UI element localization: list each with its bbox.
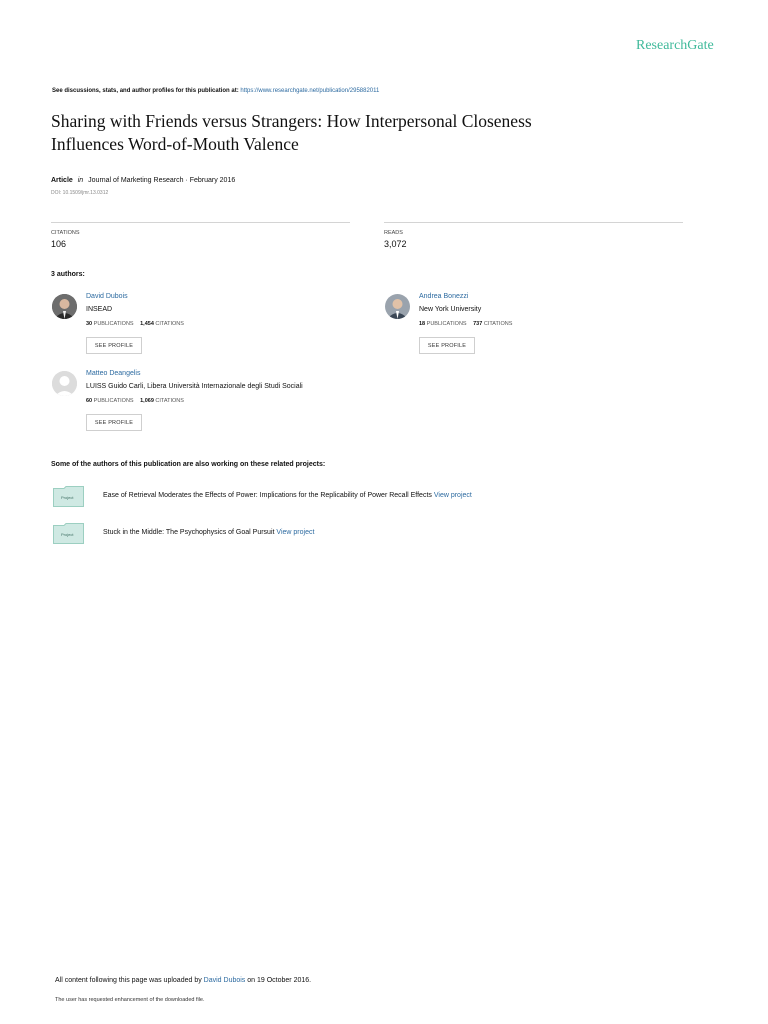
- article-title-line-1: Sharing with Friends versus Strangers: H…: [51, 111, 532, 131]
- reads-divider: [384, 222, 683, 223]
- upload-prefix: All content following this page was uplo…: [55, 977, 202, 984]
- publications-label: PUBLICATIONS: [426, 321, 467, 327]
- publications-label: PUBLICATIONS: [93, 321, 134, 327]
- author-name-link[interactable]: Matteo Deangelis: [86, 370, 140, 377]
- article-title-line-2: Influences Word-of-Mouth Valence: [51, 134, 299, 154]
- reads-value: 3,072: [384, 239, 407, 249]
- avatar-andrea-bonezzi[interactable]: [385, 294, 410, 319]
- citations-label: CITATIONS: [483, 321, 513, 327]
- avatar-photo-icon: [385, 294, 410, 319]
- upload-suffix: on 19 October 2016.: [247, 977, 312, 984]
- citations-value: 106: [51, 239, 67, 249]
- project-title: Stuck in the Middle: The Psychophysics o…: [103, 529, 275, 536]
- citations-label: CITATIONS: [51, 230, 80, 236]
- publications-count: 18: [419, 321, 426, 327]
- avatar-david-dubois[interactable]: [52, 294, 77, 319]
- author-stats: 18 PUBLICATIONS 737 CITATIONS: [419, 321, 512, 327]
- article-doi: DOI: 10.1509/jmr.13.0312: [51, 190, 109, 196]
- publication-url-link[interactable]: https://www.researchgate.net/publication…: [240, 88, 379, 94]
- see-profile-button[interactable]: SEE PROFILE: [86, 414, 142, 431]
- article-in-word: in: [77, 177, 84, 184]
- publications-count: 60: [86, 398, 93, 404]
- citations-label: CITATIONS: [155, 321, 184, 327]
- journal-name: Journal of Marketing Research · February…: [88, 177, 236, 184]
- avatar-matteo-deangelis[interactable]: [52, 371, 77, 396]
- default-avatar-icon: [52, 371, 77, 396]
- view-project-link[interactable]: View project: [276, 529, 314, 536]
- author-affiliation: INSEAD: [86, 306, 113, 313]
- see-profile-button[interactable]: SEE PROFILE: [419, 337, 475, 354]
- enhancement-note: The user has requested enhancement of th…: [55, 997, 205, 1003]
- article-type: Article: [51, 177, 73, 184]
- projects-heading: Some of the authors of this publication …: [51, 461, 326, 468]
- project-icon: Project: [53, 486, 84, 507]
- see-profile-button[interactable]: SEE PROFILE: [86, 337, 142, 354]
- publications-count: 30: [86, 321, 93, 327]
- reads-label: READS: [384, 230, 403, 236]
- project-icon-label: Project: [61, 532, 74, 537]
- publications-label: PUBLICATIONS: [93, 398, 134, 404]
- uploader-link[interactable]: David Dubois: [204, 977, 246, 984]
- citations-label: CITATIONS: [155, 398, 184, 404]
- author-stats: 60 PUBLICATIONS 1,069 CITATIONS: [86, 398, 184, 404]
- article-meta: Article in Journal of Marketing Research…: [51, 177, 235, 184]
- project-item: Ease of Retrieval Moderates the Effects …: [103, 492, 472, 499]
- view-project-link[interactable]: View project: [434, 492, 472, 499]
- project-icon: Project: [53, 523, 84, 544]
- authors-heading: 3 authors:: [51, 271, 85, 278]
- avatar-photo-icon: [52, 294, 77, 319]
- researchgate-logo[interactable]: ResearchGate: [636, 38, 714, 54]
- discussion-prefix: See discussions, stats, and author profi…: [52, 88, 239, 94]
- citations-count: 1,069: [140, 398, 154, 404]
- upload-note: All content following this page was uplo…: [55, 977, 311, 984]
- author-stats: 30 PUBLICATIONS 1,454 CITATIONS: [86, 321, 184, 327]
- citations-divider: [51, 222, 350, 223]
- project-icon-label: Project: [61, 495, 74, 500]
- project-item: Stuck in the Middle: The Psychophysics o…: [103, 529, 314, 536]
- author-affiliation: LUISS Guido Carli, Libera Università Int…: [86, 383, 303, 390]
- project-title: Ease of Retrieval Moderates the Effects …: [103, 492, 432, 499]
- article-title: Sharing with Friends versus Strangers: H…: [51, 110, 711, 156]
- citations-count: 737: [473, 321, 483, 327]
- author-name-link[interactable]: David Dubois: [86, 293, 128, 300]
- author-name-link[interactable]: Andrea Bonezzi: [419, 293, 468, 300]
- discussion-line: See discussions, stats, and author profi…: [52, 88, 379, 94]
- author-affiliation: New York University: [419, 306, 482, 313]
- citations-count: 1,454: [140, 321, 154, 327]
